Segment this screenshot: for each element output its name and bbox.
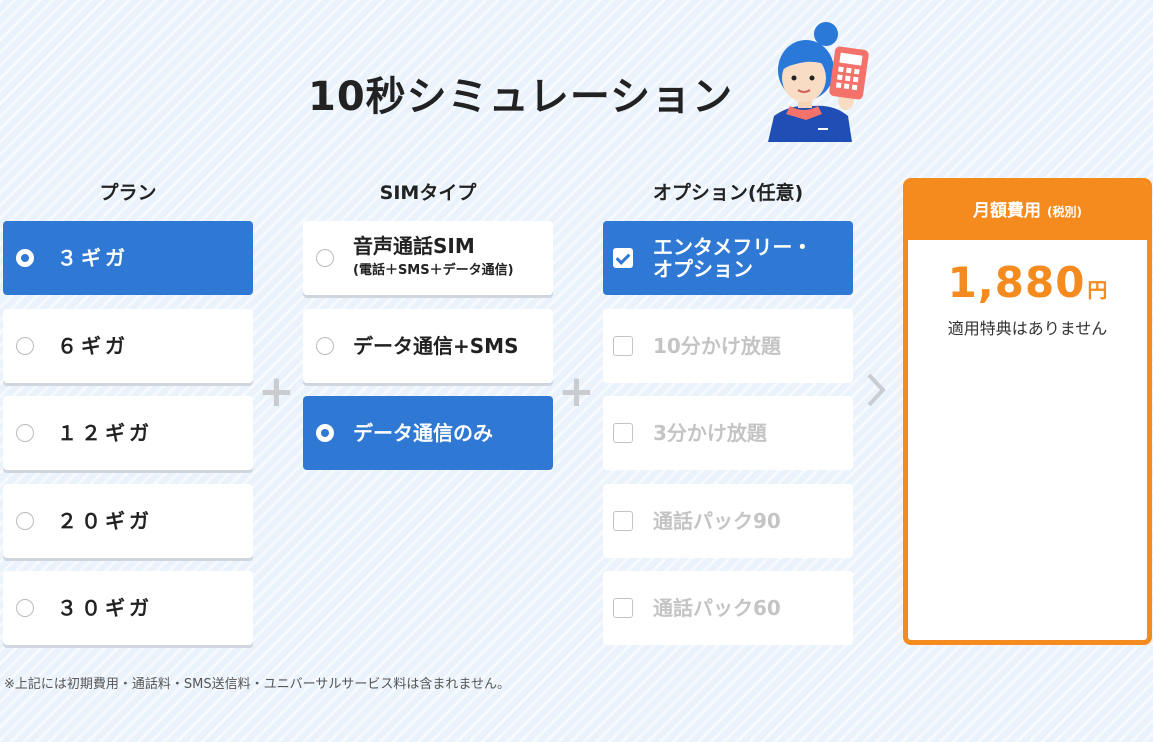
chevron-right-icon — [867, 373, 886, 407]
checkbox-checked-icon[interactable] — [613, 248, 633, 268]
radio-icon[interactable] — [16, 512, 34, 530]
staff-calculator-illustration — [768, 22, 869, 142]
plan-option-20gb[interactable]: ２０ギガ — [3, 484, 253, 558]
plan-option-6gb[interactable]: ６ギガ — [3, 309, 253, 383]
monthly-cost-panel: 月額費用 (税別) 1,880 円 適用特典はありません — [903, 178, 1152, 645]
sim-label-sub: (電話＋SMS＋データ通信) — [353, 262, 514, 278]
plus-icon: + — [258, 366, 295, 417]
option-call-pack-60: 通話パック60 — [603, 571, 853, 645]
radio-icon[interactable] — [316, 337, 334, 355]
sim-option-data-only[interactable]: データ通信のみ — [303, 396, 553, 470]
checkbox-icon — [613, 511, 633, 531]
monthly-cost-title: 月額費用 — [973, 201, 1042, 221]
radio-selected-icon[interactable] — [316, 424, 334, 442]
option-3min-calls: 3分かけ放題 — [603, 396, 853, 470]
option-label-line1: エンタメフリー・ — [653, 235, 813, 259]
plan-label: ３０ギガ — [57, 596, 153, 620]
option-label: エンタメフリー・ オプション — [653, 236, 812, 280]
tax-note: (税別) — [1046, 205, 1082, 219]
radio-icon[interactable] — [16, 599, 34, 617]
sim-type-heading: SIMタイプ — [379, 182, 477, 204]
monthly-price: 1,880 円 — [908, 258, 1147, 307]
option-label: 3分かけ放題 — [653, 421, 767, 445]
option-10min-calls: 10分かけ放題 — [603, 309, 853, 383]
sim-label-main: 音声通話SIM — [353, 233, 475, 258]
plan-label: ３ギガ — [57, 246, 129, 270]
plus-icon: + — [558, 366, 595, 417]
checkbox-icon — [613, 598, 633, 618]
option-label: 通話パック90 — [653, 509, 781, 533]
option-heading: オプション(任意) — [652, 182, 804, 204]
radio-selected-icon[interactable] — [16, 249, 34, 267]
radio-icon[interactable] — [16, 424, 34, 442]
option-entame-free[interactable]: エンタメフリー・ オプション — [603, 221, 853, 295]
plan-option-12gb[interactable]: １２ギガ — [3, 396, 253, 470]
plan-label: ６ギガ — [57, 334, 129, 358]
plan-option-3gb[interactable]: ３ギガ — [3, 221, 253, 295]
radio-icon[interactable] — [16, 337, 34, 355]
price-unit: 円 — [1087, 278, 1108, 302]
plan-label: ２０ギガ — [57, 509, 153, 533]
plan-label: １２ギガ — [57, 421, 153, 445]
option-label: 10分かけ放題 — [653, 334, 781, 358]
sim-label: データ通信のみ — [353, 421, 493, 445]
option-label-line2: オプション — [653, 257, 753, 281]
benefit-note: 適用特典はありません — [947, 319, 1108, 338]
checkbox-icon — [613, 336, 633, 356]
plan-option-30gb[interactable]: ３０ギガ — [3, 571, 253, 645]
checkbox-icon — [613, 423, 633, 443]
sim-label: 音声通話SIM (電話＋SMS＋データ通信) — [353, 235, 514, 282]
sim-option-voice[interactable]: 音声通話SIM (電話＋SMS＋データ通信) — [303, 221, 553, 295]
option-label: 通話パック60 — [653, 596, 781, 620]
option-call-pack-90: 通話パック90 — [603, 484, 853, 558]
page-title: 10秒シミュレーション — [308, 74, 734, 120]
plan-heading: プラン — [99, 182, 157, 204]
price-value: 1,880 — [947, 258, 1086, 307]
footnote: ※上記には初期費用・通話料・SMS送信料・ユニバーサルサービス料は含まれません。 — [4, 677, 510, 692]
radio-icon[interactable] — [316, 249, 334, 267]
sim-option-data-sms[interactable]: データ通信+SMS — [303, 309, 553, 383]
monthly-cost-heading: 月額費用 (税別) — [908, 183, 1147, 240]
sim-label: データ通信+SMS — [353, 334, 519, 358]
